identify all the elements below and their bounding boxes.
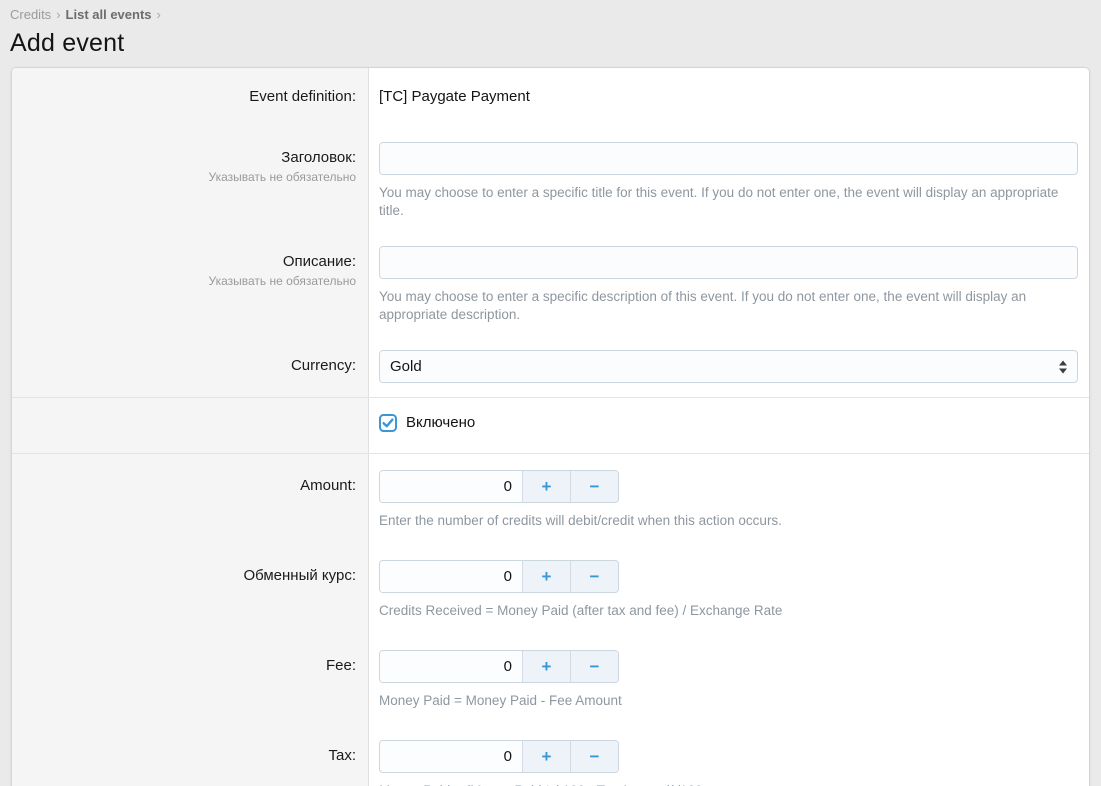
plus-icon: +	[542, 747, 552, 766]
form-row-fee: Fee: + − Money Paid = Money Paid - Fee A…	[12, 634, 1089, 724]
tax-input[interactable]	[380, 741, 522, 772]
plus-icon: +	[542, 657, 552, 676]
tax-explain: Money Paid = (Money Paid * ( 100 - Tax A…	[379, 782, 1078, 786]
form-row-exchange-rate: Обменный курс: + − Credits Received = Mo…	[12, 544, 1089, 634]
breadcrumb-credits[interactable]: Credits	[10, 7, 51, 22]
breadcrumb-list-all-events[interactable]: List all events	[66, 7, 152, 22]
form-row-description: Описание: Указывать не обязательно You m…	[12, 234, 1089, 338]
plus-icon: +	[542, 477, 552, 496]
amount-input[interactable]	[380, 471, 522, 502]
title-label: Заголовок:	[22, 149, 356, 167]
form-row-title: Заголовок: Указывать не обязательно You …	[12, 130, 1089, 234]
amount-increment-button[interactable]: +	[522, 471, 570, 502]
fee-decrement-button[interactable]: −	[570, 651, 618, 682]
fee-label: Fee:	[22, 657, 356, 675]
event-definition-label: Event definition:	[22, 88, 356, 106]
tax-spinner: + −	[379, 740, 619, 773]
add-event-form: Event definition: [TC] Paygate Payment З…	[11, 67, 1090, 786]
amount-spinner: + −	[379, 470, 619, 503]
enabled-checkbox[interactable]: Включено	[379, 414, 475, 432]
exchange-rate-decrement-button[interactable]: −	[570, 561, 618, 592]
currency-label: Currency:	[22, 357, 356, 375]
form-row-amount: Amount: + − Enter the number of credits …	[12, 453, 1089, 544]
exchange-rate-input[interactable]	[380, 561, 522, 592]
fee-explain: Money Paid = Money Paid - Fee Amount	[379, 692, 1078, 710]
checkbox-checked-icon	[379, 414, 397, 432]
exchange-rate-increment-button[interactable]: +	[522, 561, 570, 592]
breadcrumb-separator-icon: ›	[56, 7, 60, 22]
description-explain: You may choose to enter a specific descr…	[379, 288, 1078, 324]
title-input[interactable]	[379, 142, 1078, 175]
breadcrumb-separator-icon: ›	[157, 7, 161, 22]
minus-icon: −	[590, 477, 600, 496]
exchange-rate-label: Обменный курс:	[22, 567, 356, 585]
amount-label: Amount:	[22, 477, 356, 495]
amount-explain: Enter the number of credits will debit/c…	[379, 512, 1078, 530]
exchange-rate-spinner: + −	[379, 560, 619, 593]
plus-icon: +	[542, 567, 552, 586]
fee-input[interactable]	[380, 651, 522, 682]
exchange-rate-explain: Credits Received = Money Paid (after tax…	[379, 602, 1078, 620]
description-optional-hint: Указывать не обязательно	[22, 274, 356, 289]
breadcrumb: Credits › List all events ›	[10, 6, 1091, 24]
title-optional-hint: Указывать не обязательно	[22, 170, 356, 185]
minus-icon: −	[590, 657, 600, 676]
tax-decrement-button[interactable]: −	[570, 741, 618, 772]
minus-icon: −	[590, 747, 600, 766]
tax-increment-button[interactable]: +	[522, 741, 570, 772]
fee-increment-button[interactable]: +	[522, 651, 570, 682]
form-row-enabled: Включено	[12, 397, 1089, 453]
title-explain: You may choose to enter a specific title…	[379, 184, 1078, 220]
event-definition-value: [TC] Paygate Payment	[379, 88, 1078, 106]
enabled-label: Включено	[406, 414, 475, 432]
description-input[interactable]	[379, 246, 1078, 279]
form-row-tax: Tax: + − Money Paid = (Money Paid * ( 10…	[12, 724, 1089, 786]
description-label: Описание:	[22, 253, 356, 271]
fee-spinner: + −	[379, 650, 619, 683]
page-title: Add event	[10, 29, 1091, 58]
form-row-currency: Currency: Gold	[12, 338, 1089, 397]
currency-select[interactable]: Gold	[379, 350, 1078, 383]
page-header: Credits › List all events › Add event	[0, 0, 1101, 58]
amount-decrement-button[interactable]: −	[570, 471, 618, 502]
tax-label: Tax:	[22, 747, 356, 765]
minus-icon: −	[590, 567, 600, 586]
form-row-event-definition: Event definition: [TC] Paygate Payment	[12, 68, 1089, 130]
